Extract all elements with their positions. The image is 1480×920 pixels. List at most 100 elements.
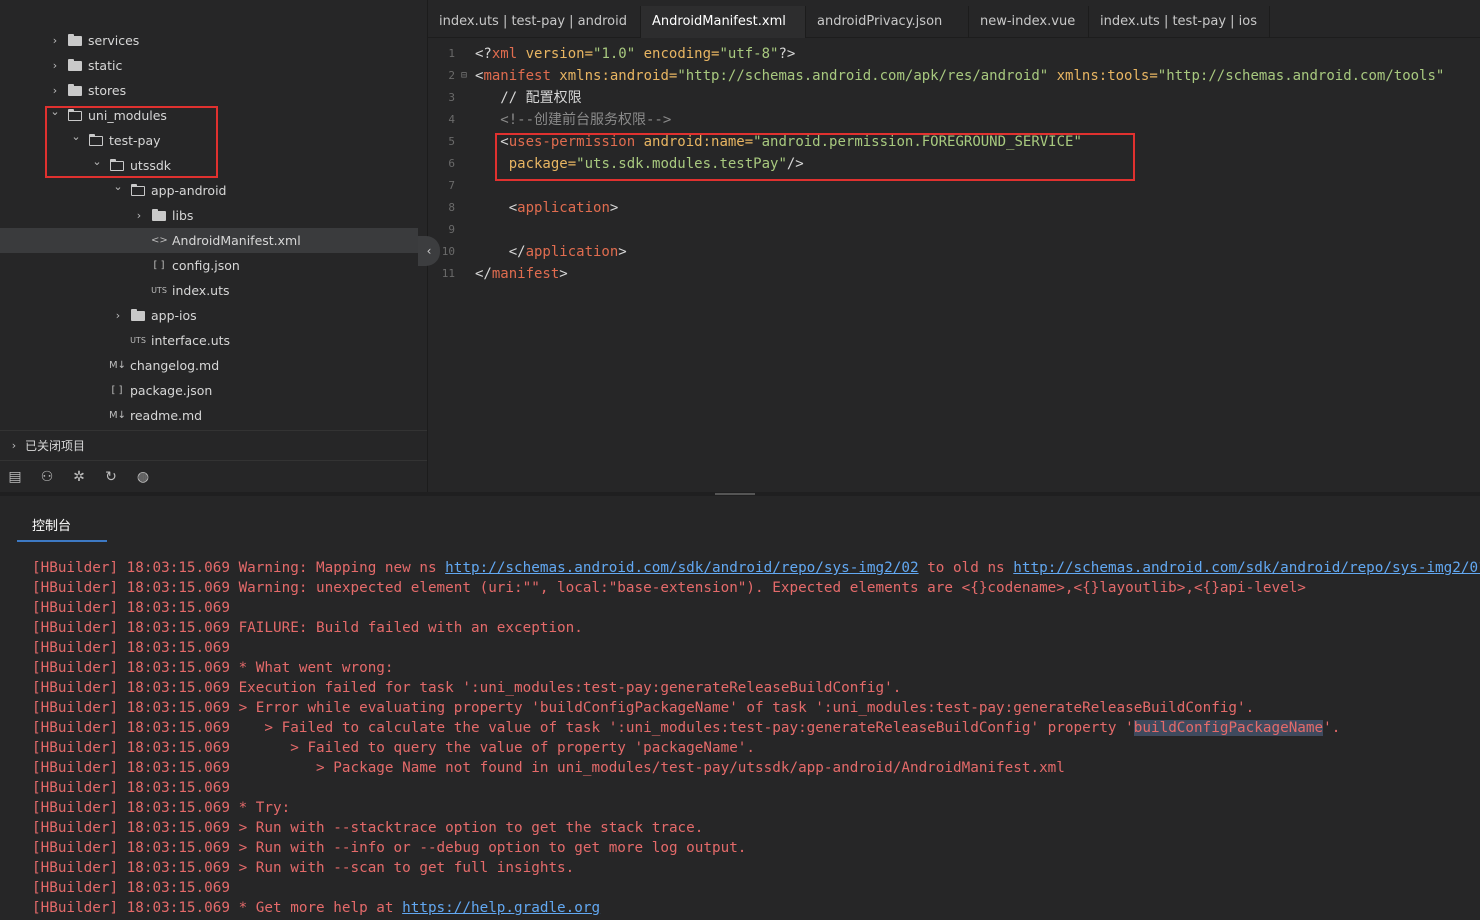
tree-item-app-android[interactable]: ⌄ app-android bbox=[0, 178, 418, 203]
tree-item-config-json[interactable]: [ ] config.json bbox=[0, 253, 418, 278]
console-text: [HBuilder] 18:03:15.069 Warning: Mapping… bbox=[32, 560, 446, 576]
code-line[interactable]: 2 ⊟ <manifest xmlns:android="http://schema… bbox=[428, 65, 1480, 87]
sidebar-toolbar: ▤ ⚇ ✲ ↻ ◍ bbox=[0, 460, 427, 492]
console-text: [HBuilder] 18:03:15.069 > Failed to calc… bbox=[32, 720, 1134, 736]
file-xml-icon: <> bbox=[151, 235, 168, 246]
tree-item-services[interactable]: › services bbox=[0, 28, 418, 53]
console-link[interactable]: https://help.gradle.org bbox=[402, 900, 600, 916]
code-line[interactable]: 8 <application> bbox=[428, 197, 1480, 219]
code-line[interactable]: 10 </application> bbox=[428, 241, 1480, 263]
tree-item-libs[interactable]: › libs bbox=[0, 203, 418, 228]
refresh-icon[interactable]: ↻ bbox=[101, 467, 121, 487]
code-text: </application> bbox=[475, 241, 627, 263]
code-line[interactable]: 9 bbox=[428, 219, 1480, 241]
code-area[interactable]: 1 <?xml version="1.0" encoding="utf-8"?> 2… bbox=[428, 43, 1480, 483]
tree-item-label: stores bbox=[88, 83, 127, 98]
console-line: [HBuilder] 18:03:15.069 bbox=[32, 598, 230, 618]
tree-item-changelog-md[interactable]: M↓ changelog.md bbox=[0, 353, 418, 378]
search-binoculars-icon[interactable]: ⚇ bbox=[37, 467, 57, 487]
tree-item-index-uts[interactable]: UTS index.uts bbox=[0, 278, 418, 303]
splitter-grip[interactable] bbox=[715, 493, 755, 495]
console-highlight: buildConfigPackageName bbox=[1133, 720, 1324, 736]
code-line[interactable]: 11 </manifest> bbox=[428, 263, 1480, 285]
tab-console[interactable]: 控制台 bbox=[17, 516, 107, 542]
console-line: [HBuilder] 18:03:15.069 Warning: unexpec… bbox=[32, 578, 1306, 598]
tree-item-readme-md[interactable]: M↓ readme.md bbox=[0, 403, 418, 428]
line-number: 1 bbox=[448, 47, 455, 60]
debug-bug-icon[interactable]: ✲ bbox=[69, 467, 89, 487]
console-line: [HBuilder] 18:03:15.069 * Get more help … bbox=[32, 898, 600, 918]
line-number: 11 bbox=[441, 267, 455, 280]
tab-index-uts-test-pay-android[interactable]: index.uts | test-pay | android bbox=[428, 6, 641, 38]
console-line: [HBuilder] 18:03:15.069 bbox=[32, 638, 230, 658]
code-token: xml bbox=[491, 46, 518, 62]
code-token: > bbox=[559, 266, 568, 282]
tab-androidmanifest-xml[interactable]: AndroidManifest.xml bbox=[641, 6, 806, 38]
code-token: xmlns:android= bbox=[550, 68, 678, 84]
console-link[interactable]: http://schemas.android.com/sdk/android/r… bbox=[1013, 560, 1480, 576]
code-token: </ bbox=[475, 244, 526, 260]
folder-icon bbox=[152, 209, 166, 221]
tab-androidprivacy-json[interactable]: androidPrivacy.json bbox=[806, 6, 969, 38]
tree-item-stores[interactable]: › stores bbox=[0, 78, 418, 103]
globe-icon[interactable]: ◍ bbox=[133, 467, 153, 487]
folder-icon bbox=[68, 84, 82, 96]
tree-item-label: changelog.md bbox=[130, 358, 220, 373]
tree-item-package-json[interactable]: [ ] package.json bbox=[0, 378, 418, 403]
tree-item-static[interactable]: › static bbox=[0, 53, 418, 78]
console-line: [HBuilder] 18:03:15.069 > Run with --sta… bbox=[32, 818, 703, 838]
fold-toggle-icon[interactable]: ⊟ bbox=[461, 65, 467, 87]
tree-item-label: index.uts bbox=[172, 283, 230, 298]
tree-item-label: app-android bbox=[151, 183, 227, 198]
code-token: manifest bbox=[491, 266, 560, 282]
console-link[interactable]: http://schemas.android.com/sdk/android/r… bbox=[445, 560, 918, 576]
code-token: application bbox=[525, 244, 619, 260]
code-token: > bbox=[609, 200, 619, 216]
line-number: 7 bbox=[448, 179, 455, 192]
explorer-icon[interactable]: ▤ bbox=[5, 467, 25, 487]
code-token: < bbox=[475, 200, 518, 216]
folder-icon bbox=[131, 309, 145, 321]
console-line: [HBuilder] 18:03:15.069 > Failed to calc… bbox=[32, 718, 1340, 738]
console-line: [HBuilder] 18:03:15.069 * Try: bbox=[32, 798, 290, 818]
tree-item-androidmanifest-xml[interactable]: <> AndroidManifest.xml bbox=[0, 228, 418, 253]
console-text: [HBuilder] 18:03:15.069 Warning: unexpec… bbox=[32, 580, 1306, 596]
tree-item-interface-uts[interactable]: UTS interface.uts bbox=[0, 328, 418, 353]
console-line: [HBuilder] 18:03:15.069 > Run with --sca… bbox=[32, 858, 574, 878]
code-token: </ bbox=[475, 266, 492, 282]
console-text: [HBuilder] 18:03:15.069 * Get more help … bbox=[32, 900, 403, 916]
chevron-down-icon[interactable]: ⌄ bbox=[112, 178, 124, 203]
console-text: [HBuilder] 18:03:15.069 bbox=[32, 640, 230, 656]
tree-item-app-ios[interactable]: › app-ios bbox=[0, 303, 418, 328]
tree-item-label: package.json bbox=[130, 383, 213, 398]
line-number: 6 bbox=[448, 157, 455, 170]
file-json-icon: [ ] bbox=[153, 260, 165, 271]
console-line: [HBuilder] 18:03:15.069 > Failed to quer… bbox=[32, 738, 755, 758]
code-line[interactable]: 3 // 配置权限 bbox=[428, 87, 1480, 109]
console-line: [HBuilder] 18:03:15.069 FAILURE: Build f… bbox=[32, 618, 583, 638]
console-text: [HBuilder] 18:03:15.069 bbox=[32, 780, 230, 796]
chevron-right-icon[interactable]: › bbox=[49, 28, 61, 53]
code-line[interactable]: 4 <!--创建前台服务权限--> bbox=[428, 109, 1480, 131]
chevron-right-icon[interactable]: › bbox=[133, 203, 145, 228]
console-text: '. bbox=[1323, 720, 1341, 736]
code-token: // 配置权限 bbox=[475, 90, 582, 106]
chevron-right-icon[interactable]: › bbox=[49, 53, 61, 78]
project-explorer: › services › static › stores ⌄ uni_modules ⌄ test… bbox=[0, 0, 427, 492]
folder-icon bbox=[68, 34, 82, 46]
console-text: [HBuilder] 18:03:15.069 > Run with --sta… bbox=[32, 820, 704, 836]
code-text: <?xml version="1.0" encoding="utf-8"?> bbox=[475, 43, 795, 65]
code-token: <? bbox=[475, 46, 492, 62]
tab-index-uts-test-pay-ios[interactable]: index.uts | test-pay | ios bbox=[1089, 6, 1270, 38]
line-number: 2 bbox=[448, 69, 455, 82]
tree-item-label: static bbox=[88, 58, 123, 73]
chevron-right-icon[interactable]: › bbox=[49, 78, 61, 103]
console-line: [HBuilder] 18:03:15.069 * What went wron… bbox=[32, 658, 394, 678]
editor-tabs: index.uts | test-pay | android AndroidMan… bbox=[428, 6, 1480, 38]
tab-new-index-vue[interactable]: new-index.vue bbox=[969, 6, 1089, 38]
chevron-right-icon[interactable]: › bbox=[112, 303, 124, 328]
code-text: <application> bbox=[475, 197, 619, 219]
code-line[interactable]: 1 <?xml version="1.0" encoding="utf-8"?> bbox=[428, 43, 1480, 65]
code-token: "http://schemas.android.com/tools" bbox=[1157, 68, 1445, 84]
closed-projects-row[interactable]: › 已关闭项目 bbox=[0, 430, 427, 460]
